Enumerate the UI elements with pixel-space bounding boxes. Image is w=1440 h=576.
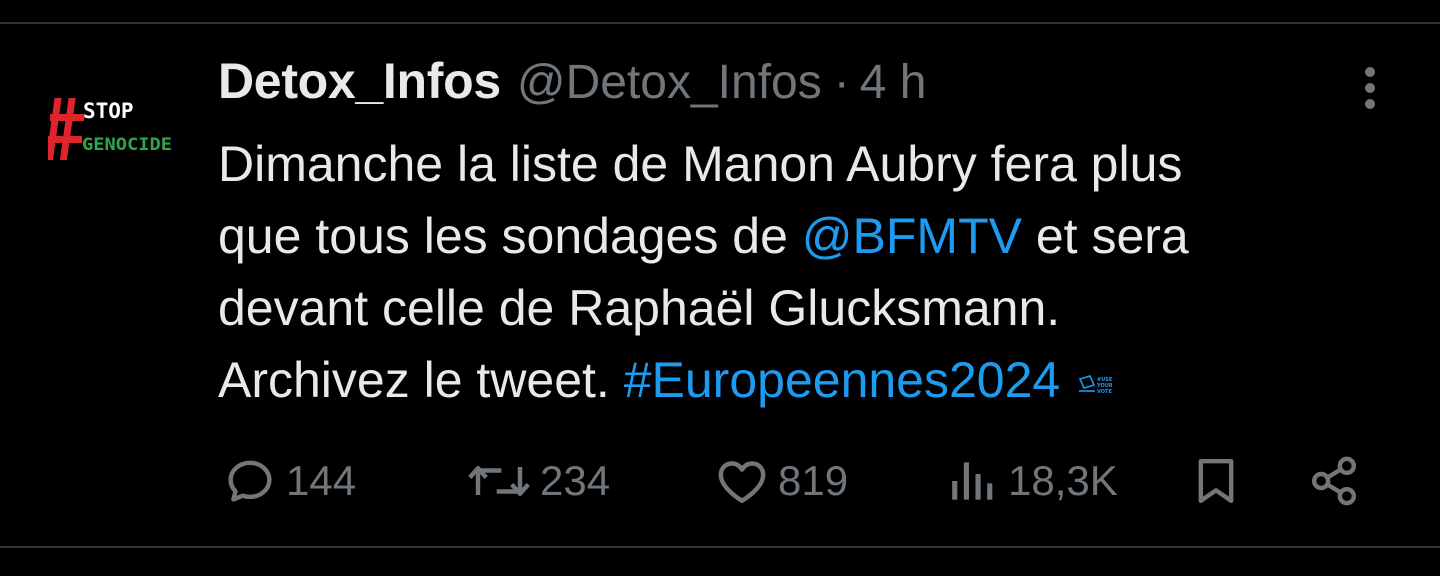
avatar-text-top: STOP [83,99,134,123]
user-handle[interactable]: @Detox_Infos [517,55,822,110]
mention-link[interactable]: @BFMTV [802,208,1022,264]
bottom-divider [0,546,1440,548]
like-button[interactable]: 819 [714,446,848,516]
tweet-card[interactable]: STOP GENOCIDE Detox_Infos @Detox_Infos ·… [0,0,1440,576]
display-name[interactable]: Detox_Infos [218,52,501,110]
separator-dot: · [833,56,850,109]
bookmark-button[interactable] [1188,446,1244,516]
tweet-text-line: Archivez le tweet. #Europeennes2024 #USE Y… [218,344,1398,416]
avatar-text-bottom: GENOCIDE [82,135,172,155]
views-button[interactable]: 18,3K [944,446,1118,516]
hashtag-link[interactable]: #Europeennes2024 [624,352,1061,408]
svg-text:VOTE: VOTE [1097,389,1112,395]
share-button[interactable] [1306,446,1362,516]
reply-count: 144 [286,457,357,504]
share-icon [1311,456,1357,506]
use-your-vote-icon[interactable]: #USE YOUR VOTE [1078,342,1118,414]
analytics-icon [952,462,993,500]
avatar[interactable]: STOP GENOCIDE [48,88,176,168]
tweet-text-segment: et sera [1021,208,1189,264]
retweet-count: 234 [540,457,611,504]
tweet-text-segment: Archivez le tweet. [218,352,624,408]
bookmark-icon [1198,458,1234,504]
tweet-header: Detox_Infos @Detox_Infos · 4 h [218,52,926,118]
action-bar: 144 234 819 18,3K [0,446,1440,516]
view-count: 18,3K [1008,457,1118,504]
tweet-text-line: que tous les sondages de @BFMTV et sera [218,200,1398,272]
reply-icon [228,460,272,502]
retweet-icon [468,465,530,497]
heart-icon [718,461,766,504]
reply-button[interactable]: 144 [222,446,356,516]
retweet-button[interactable]: 234 [466,446,610,516]
like-count: 819 [778,457,849,504]
timestamp[interactable]: 4 h [860,55,927,110]
tweet-text-line: Dimanche la liste de Manon Aubry fera pl… [218,136,1183,192]
more-vertical-icon [1365,67,1375,109]
more-options-button[interactable] [1346,62,1394,114]
tweet-text: Dimanche la liste de Manon Aubry fera pl… [218,128,1398,416]
tweet-text-segment: que tous les sondages de [218,208,802,264]
stop-genocide-avatar-icon: STOP GENOCIDE [48,98,172,160]
tweet-text-line: devant celle de Raphaël Glucksmann. [218,280,1061,336]
top-divider [0,22,1440,24]
